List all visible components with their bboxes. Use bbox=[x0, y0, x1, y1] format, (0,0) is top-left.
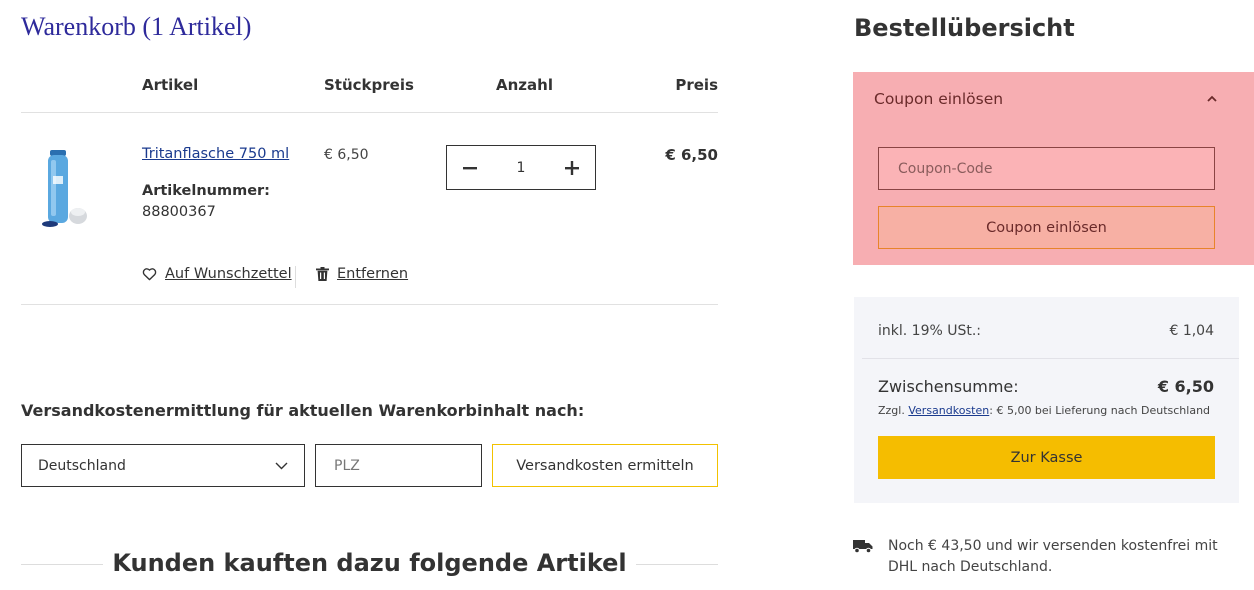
bottle-product-image[interactable] bbox=[40, 146, 92, 232]
order-summary-title: Bestellübersicht bbox=[854, 14, 1075, 42]
calculate-shipping-button[interactable]: Versandkosten ermitteln bbox=[492, 444, 718, 487]
wishlist-label: Auf Wunschzettel bbox=[165, 266, 292, 282]
item-divider bbox=[21, 304, 718, 305]
shipping-cost-note: Zzgl. Versandkosten: € 5,00 bei Lieferun… bbox=[878, 404, 1210, 417]
subtotal-label: Zwischensumme: bbox=[878, 377, 1019, 396]
redeem-coupon-button[interactable]: Coupon einlösen bbox=[878, 206, 1215, 249]
chevron-up-icon[interactable] bbox=[1205, 92, 1219, 106]
cart-title: Warenkorb (1 Artikel) bbox=[21, 12, 252, 41]
quantity-input[interactable]: 1 bbox=[517, 160, 526, 176]
coupon-toggle[interactable]: Coupon einlösen bbox=[874, 90, 1003, 108]
shipping-note-suffix: : € 5,00 bei Lieferung nach Deutschland bbox=[989, 404, 1211, 417]
shipping-note-prefix: Zzgl. bbox=[878, 404, 905, 417]
quantity-stepper: 1 bbox=[446, 145, 596, 190]
heart-icon bbox=[142, 268, 157, 281]
subtotal-value: € 6,50 bbox=[1157, 377, 1214, 396]
country-select[interactable]: Deutschland bbox=[21, 444, 305, 487]
increase-quantity-button[interactable] bbox=[563, 159, 581, 177]
column-header-quantity: Anzahl bbox=[496, 76, 553, 94]
truck-icon bbox=[853, 540, 873, 554]
minus-icon bbox=[463, 166, 477, 169]
chevron-down-icon bbox=[275, 462, 288, 469]
shipping-estimate-title: Versandkostenermittlung für aktuellen Wa… bbox=[21, 401, 585, 420]
free-shipping-notice: Noch € 43,50 und wir versenden kostenfre… bbox=[888, 538, 1218, 575]
trash-icon bbox=[316, 267, 329, 281]
coupon-code-input[interactable]: Coupon-Code bbox=[878, 147, 1215, 190]
tax-label: inkl. 19% USt.: bbox=[878, 323, 982, 339]
shipping-costs-link[interactable]: Versandkosten bbox=[908, 404, 989, 417]
totals-divider bbox=[862, 358, 1239, 359]
product-name-link[interactable]: Tritanflasche 750 ml bbox=[142, 146, 289, 162]
recommendations-title: Kunden kauften dazu folgende Artikel bbox=[112, 549, 627, 577]
add-to-wishlist-link[interactable]: Auf Wunschzettel bbox=[142, 266, 292, 282]
remove-label: Entfernen bbox=[337, 266, 409, 282]
tax-value: € 1,04 bbox=[1169, 323, 1214, 339]
country-select-value: Deutschland bbox=[38, 457, 126, 474]
column-header-article: Artikel bbox=[142, 76, 199, 94]
unit-price-value: € 6,50 bbox=[324, 147, 369, 163]
header-divider bbox=[21, 112, 718, 113]
decrease-quantity-button[interactable] bbox=[461, 159, 479, 177]
plus-icon bbox=[564, 160, 579, 175]
link-divider bbox=[295, 266, 296, 288]
article-number-label: Artikelnummer: bbox=[142, 183, 270, 199]
plz-input[interactable]: PLZ bbox=[315, 444, 482, 487]
remove-item-link[interactable]: Entfernen bbox=[316, 266, 408, 282]
article-number-value: 88800367 bbox=[142, 204, 216, 220]
line-total-price: € 6,50 bbox=[665, 146, 718, 164]
checkout-button[interactable]: Zur Kasse bbox=[878, 436, 1215, 479]
column-header-price: Preis bbox=[675, 76, 718, 94]
column-header-unit-price: Stückpreis bbox=[324, 76, 414, 94]
